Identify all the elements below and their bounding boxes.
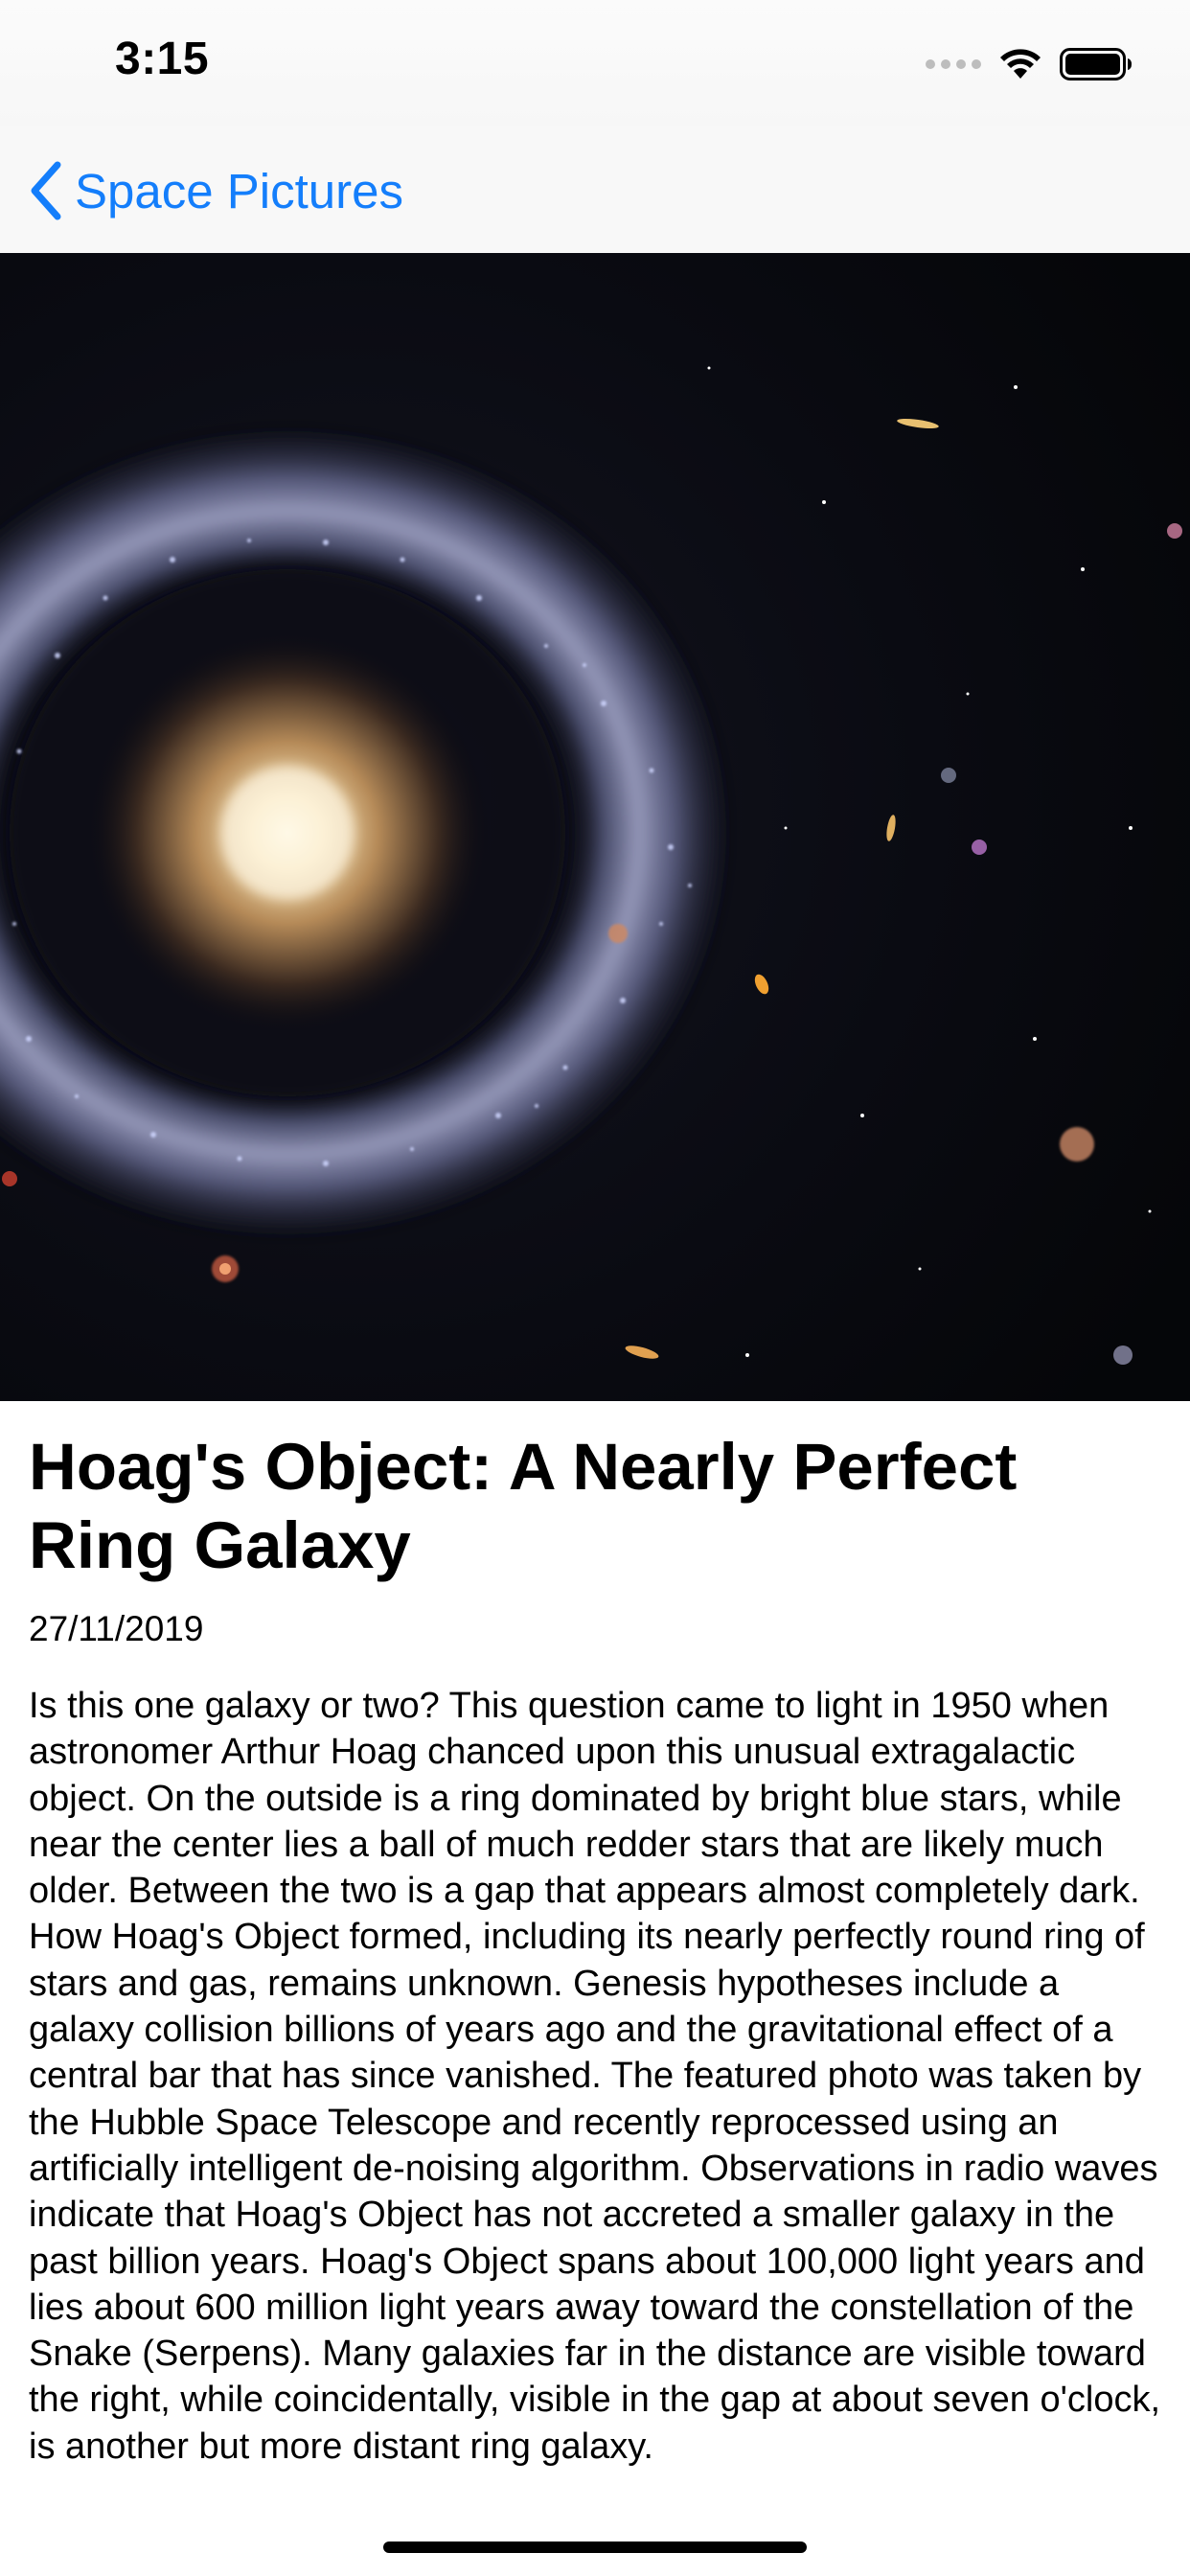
- navigation-bar: Space Pictures: [0, 126, 1190, 254]
- article-description: Is this one galaxy or two? This question…: [29, 1686, 1161, 2467]
- chevron-left-icon: [31, 161, 61, 220]
- back-button[interactable]: Space Pictures: [29, 157, 403, 224]
- article-date: 27/11/2019: [29, 1609, 204, 1648]
- wifi-icon: [1000, 49, 1041, 79]
- galaxy-photo: [0, 253, 1190, 1401]
- signal-dots-icon: [926, 59, 981, 69]
- galaxy-photo-image: [0, 253, 1190, 1401]
- article-title: Hoag's Object: A Nearly Perfect Ring Gal…: [29, 1430, 1018, 1582]
- status-time: 3:15: [115, 34, 210, 84]
- home-indicator[interactable]: [383, 2542, 807, 2553]
- back-button-label: Space Pictures: [75, 163, 404, 218]
- status-bar: 3:15: [0, 0, 1190, 126]
- status-icons: [926, 40, 1133, 88]
- article-content: Hoag's Object: A Nearly Perfect Ring Gal…: [29, 1428, 1161, 2470]
- battery-icon: [1060, 48, 1132, 80]
